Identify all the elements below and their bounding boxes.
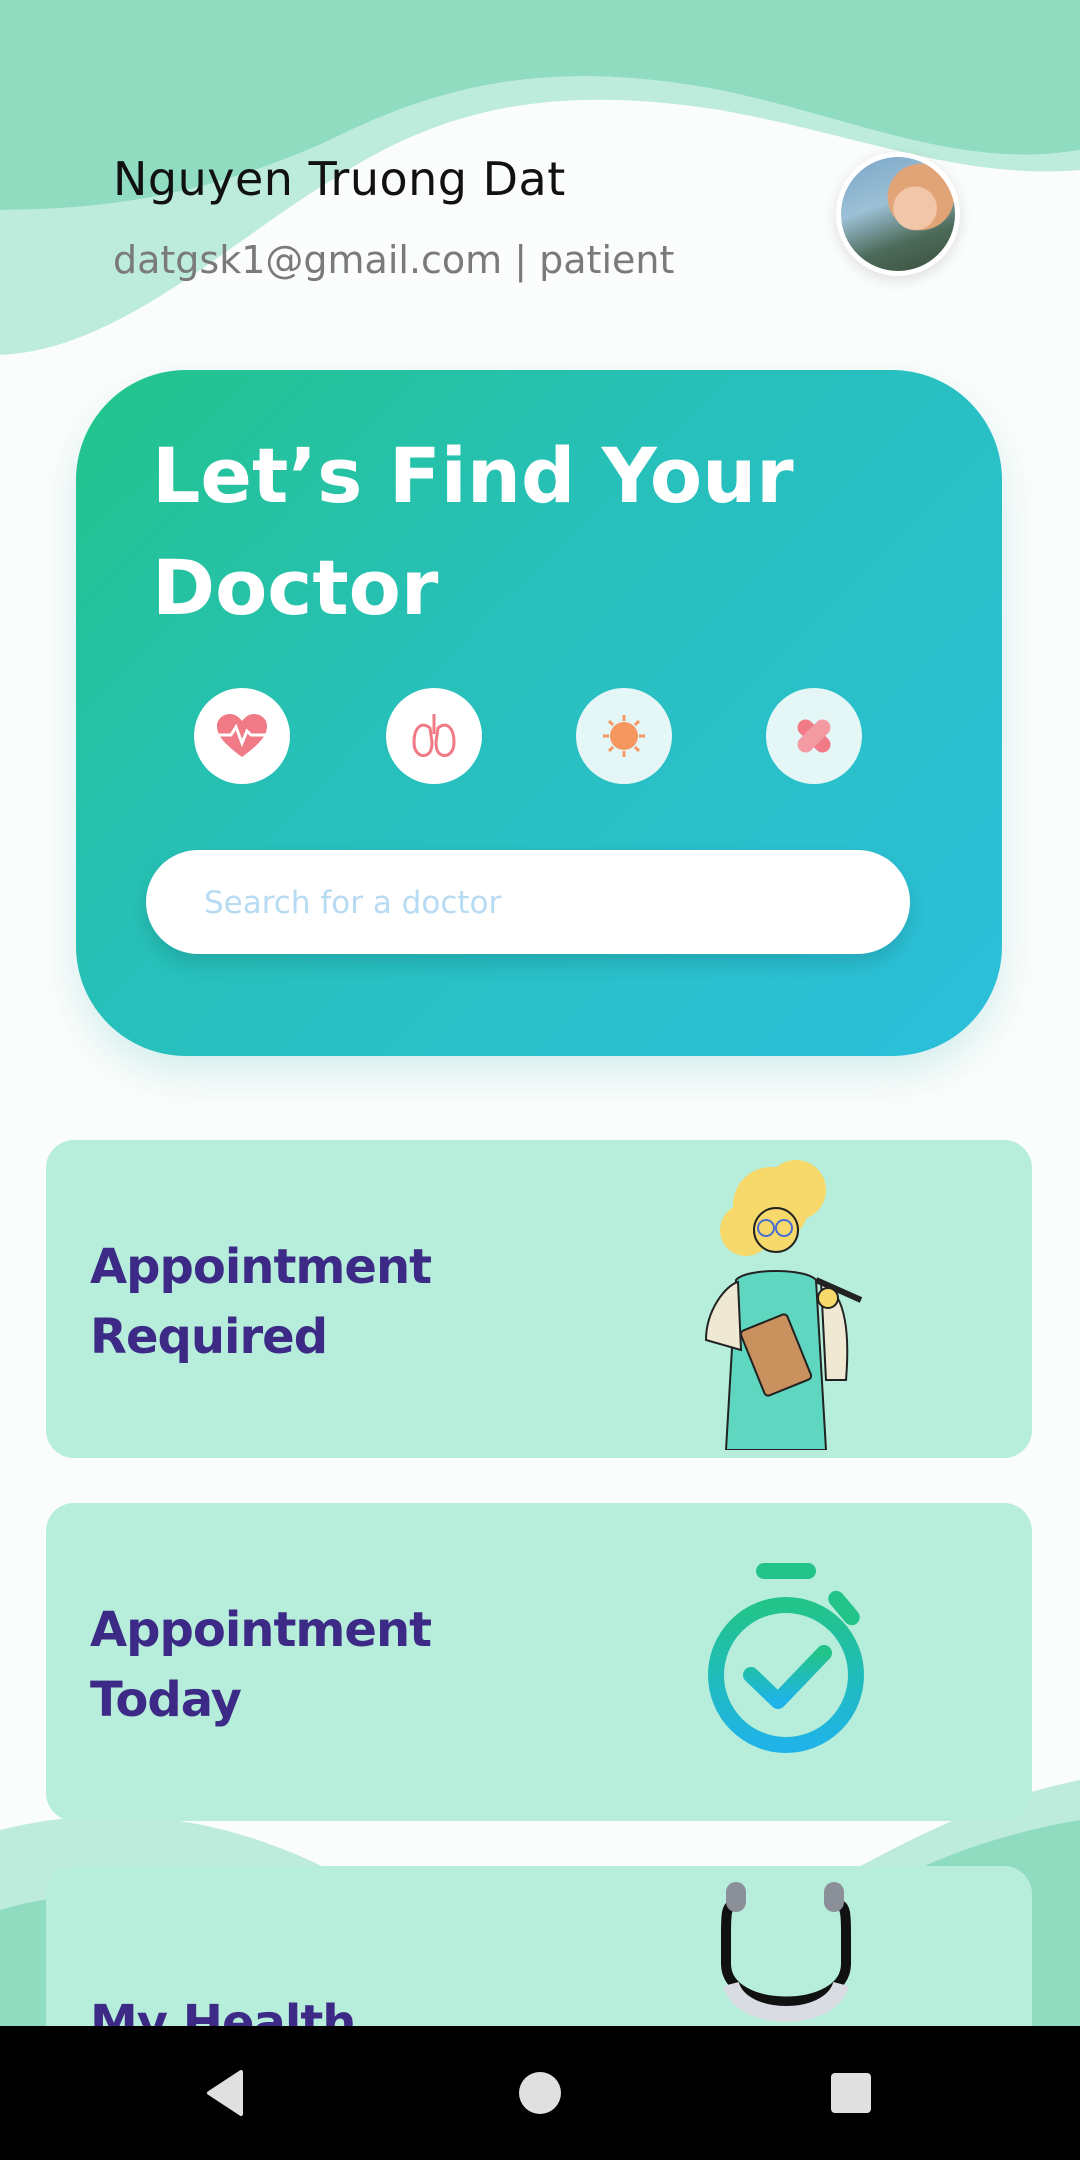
lungs-icon <box>412 714 456 757</box>
find-doctor-title: Let’s Find Your Doctor <box>152 420 852 644</box>
recents-icon <box>831 2073 871 2113</box>
appointment-today-label: Appointment Today <box>90 1595 432 1735</box>
nav-back-button[interactable] <box>180 2048 270 2138</box>
heart-pulse-icon <box>215 714 269 757</box>
system-navigation-bar <box>0 2026 1080 2160</box>
bandage-icon <box>797 719 831 753</box>
nav-home-button[interactable] <box>495 2048 585 2138</box>
appointment-required-label: Appointment Required <box>90 1232 432 1372</box>
find-doctor-title-line1: Let’s Find Your <box>152 431 794 520</box>
doctor-illustration-icon <box>704 1160 863 1450</box>
avatar[interactable] <box>836 152 960 276</box>
home-icon <box>519 2072 561 2114</box>
user-email-role: datgsk1@gmail.com | patient <box>113 238 675 282</box>
virus-icon <box>603 715 645 757</box>
appointment-required-card[interactable]: Appointment Required <box>46 1140 1032 1458</box>
find-doctor-title-line2: Doctor <box>152 543 439 632</box>
back-icon <box>207 2070 243 2116</box>
search-input[interactable] <box>202 850 886 956</box>
category-bandage-button[interactable] <box>766 688 862 784</box>
category-cardiology-button[interactable] <box>194 688 290 784</box>
avatar-photo <box>841 157 955 271</box>
tile-label-line2: Today <box>90 1672 242 1728</box>
stethoscope-icon <box>721 1882 851 2022</box>
category-virus-button[interactable] <box>576 688 672 784</box>
tile-label-line1: Appointment <box>90 1239 432 1295</box>
user-name: Nguyen Truong Dat <box>113 152 566 206</box>
appointment-today-card[interactable]: Appointment Today <box>46 1503 1032 1821</box>
nav-recents-button[interactable] <box>806 2048 896 2138</box>
tile-label-line1: Appointment <box>90 1602 432 1658</box>
app-screen: Nguyen Truong Dat datgsk1@gmail.com | pa… <box>0 0 1080 2160</box>
find-doctor-card: Let’s Find Your Doctor <box>76 370 1002 1056</box>
doctor-search-bar[interactable] <box>146 850 910 956</box>
category-pulmonology-button[interactable] <box>386 688 482 784</box>
tile-label-line2: Required <box>90 1309 328 1365</box>
stopwatch-check-icon <box>708 1563 864 1753</box>
